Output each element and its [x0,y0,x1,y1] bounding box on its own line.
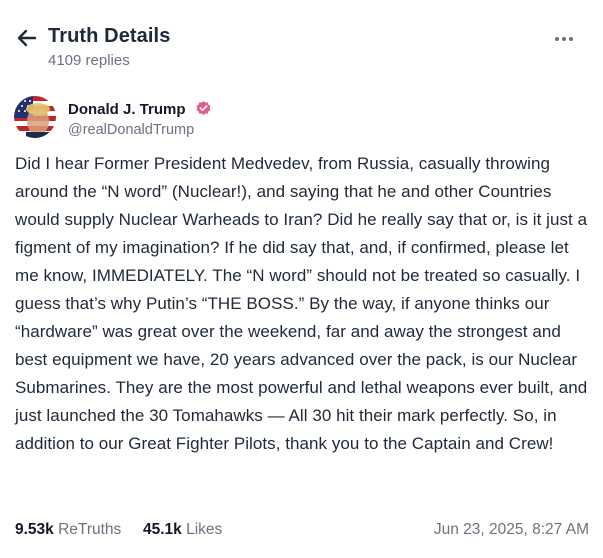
page-title: Truth Details [48,25,171,47]
author-name-text: Donald J. Trump [68,101,186,118]
avatar-image [14,96,56,138]
likes-stat[interactable]: 45.1k Likes [143,521,222,539]
page-header: Truth Details 4109 replies [0,0,603,80]
post-text: Did I hear Former President Medvedev, fr… [15,154,588,453]
more-horizontal-icon [555,37,559,41]
retruths-label: ReTruths [58,521,122,538]
more-horizontal-icon-dot [562,37,566,41]
more-options-button[interactable] [553,29,575,49]
likes-count: 45.1k [143,521,182,538]
post-author: Donald J. Trump @realDonaldTrump [14,96,589,142]
replies-count: 4109 replies [48,52,130,69]
verified-badge-icon [196,101,211,115]
likes-label: Likes [186,521,223,538]
back-button[interactable] [14,26,40,50]
author-name[interactable]: Donald J. Trump [68,100,212,118]
arrow-left-icon [17,29,37,47]
retruths-stat[interactable]: 9.53k ReTruths [15,521,121,539]
retruths-count: 9.53k [15,521,54,538]
post-stats: 9.53k ReTruths 45.1k Likes Jun 23, 2025,… [15,521,590,545]
avatar[interactable] [14,96,56,138]
more-horizontal-icon-dot [569,37,573,41]
author-handle[interactable]: @realDonaldTrump [68,122,194,138]
post-timestamp: Jun 23, 2025, 8:27 AM [433,521,589,538]
